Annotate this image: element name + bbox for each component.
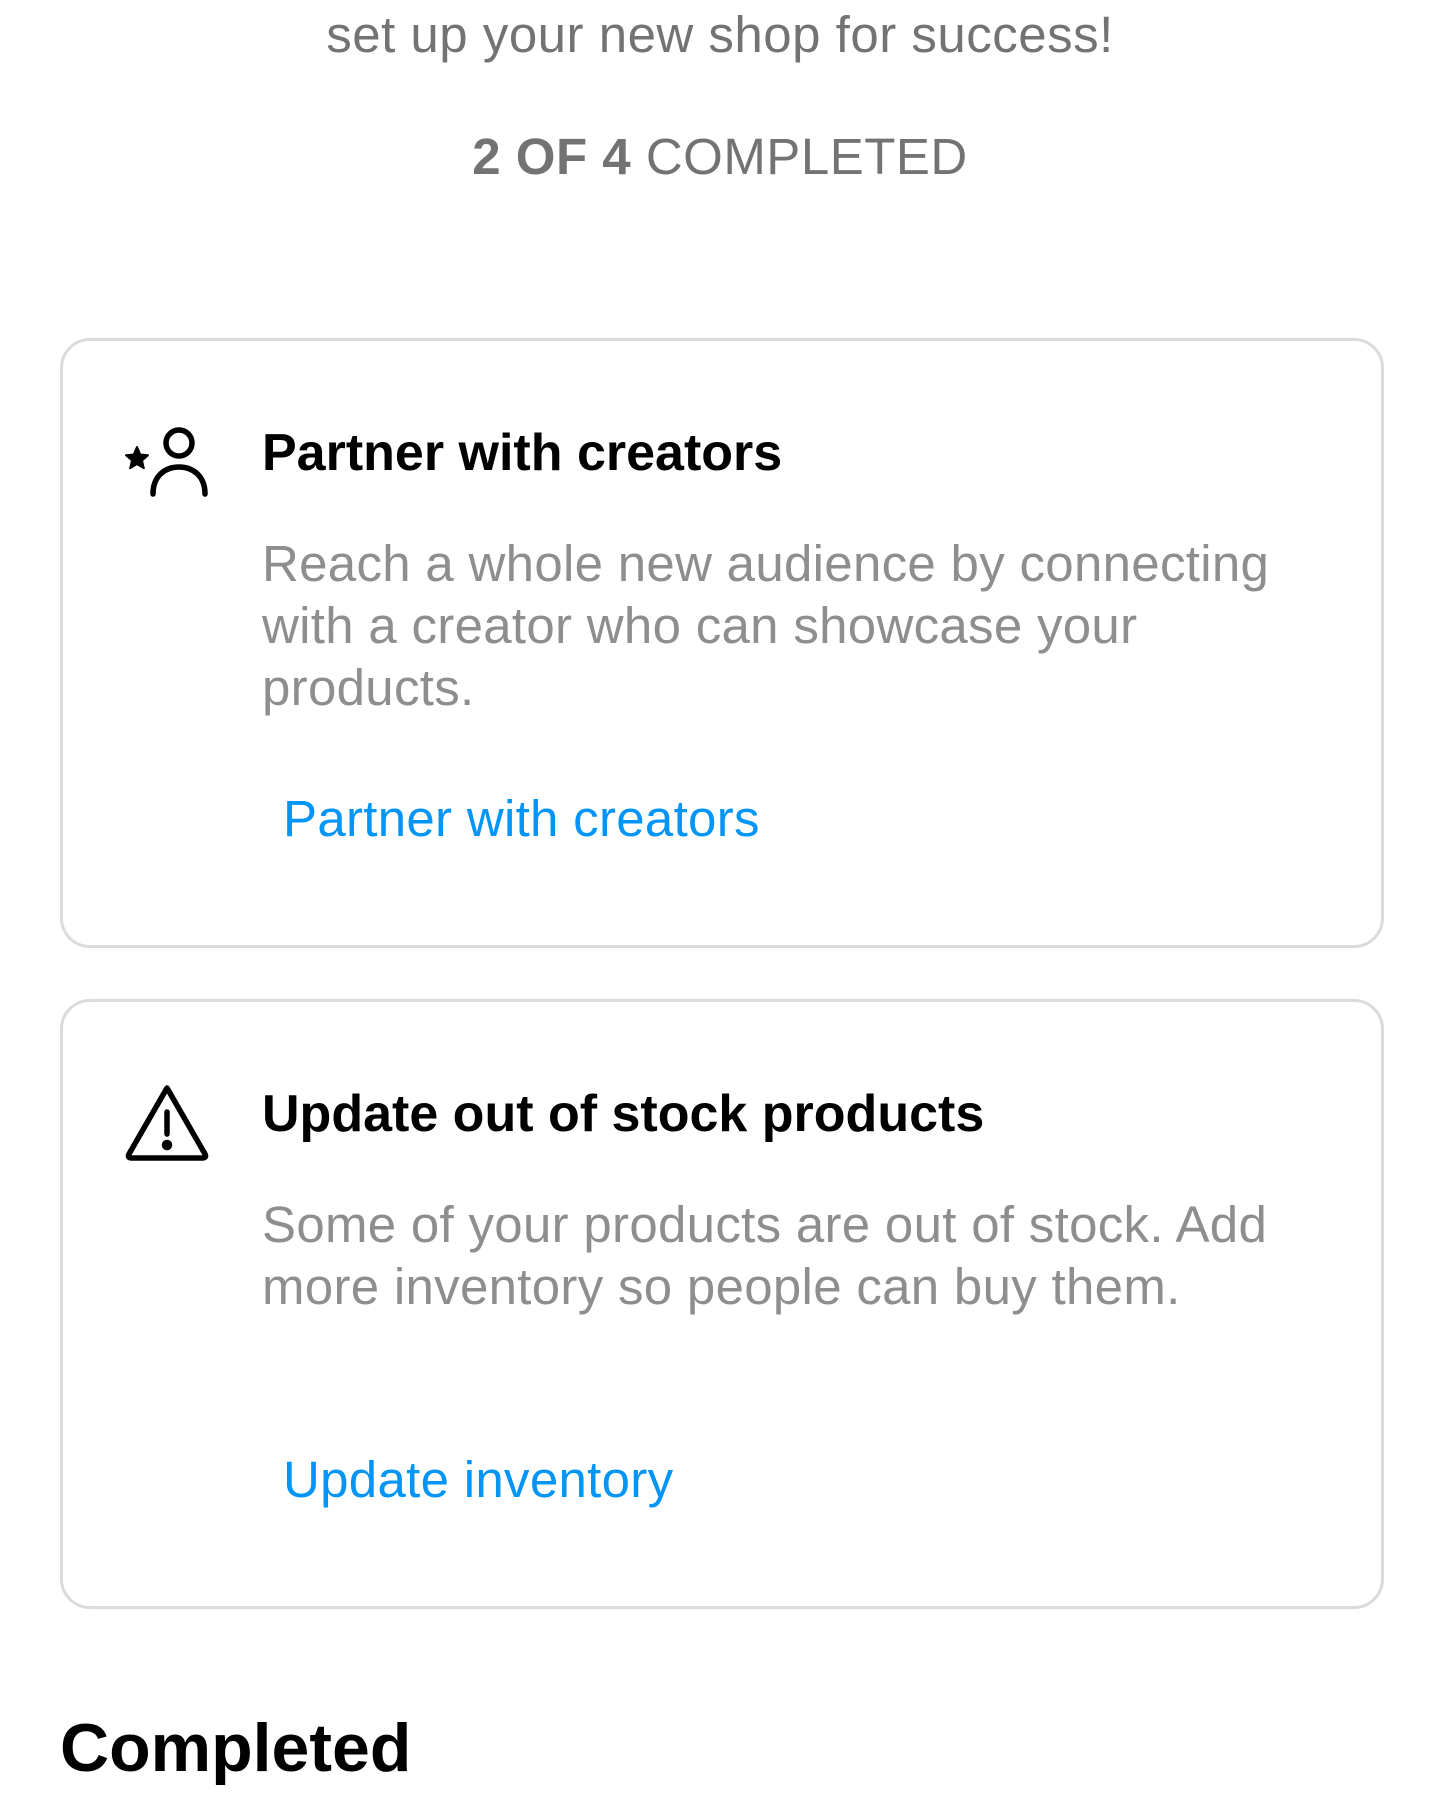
progress-suffix: COMPLETED — [645, 128, 968, 185]
person-star-icon — [123, 421, 211, 501]
task-description: Some of your products are out of stock. … — [262, 1196, 1268, 1315]
partner-with-creators-link[interactable]: Partner with creators — [283, 787, 760, 851]
task-card-out-of-stock: Update out of stock products Some of you… — [60, 999, 1384, 1609]
intro-text: set up your new shop for success! — [326, 6, 1114, 63]
task-title: Partner with creators — [262, 424, 783, 482]
warning-triangle-icon — [123, 1082, 211, 1162]
completed-section-heading: Completed — [60, 1710, 412, 1786]
task-title: Update out of stock products — [262, 1085, 985, 1143]
update-inventory-link[interactable]: Update inventory — [283, 1448, 673, 1512]
progress-count: 2 OF 4 — [472, 128, 632, 185]
task-description: Reach a whole new audience by connecting… — [262, 535, 1270, 716]
progress-status: 2 OF 4 COMPLETED — [0, 124, 1440, 190]
task-card-partner-creators: Partner with creators Reach a whole new … — [60, 338, 1384, 948]
